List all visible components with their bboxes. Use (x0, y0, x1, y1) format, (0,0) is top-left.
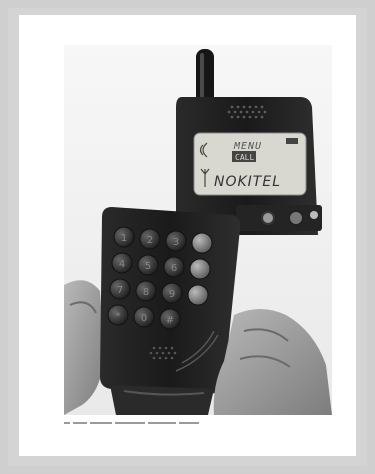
key-3[interactable]: 3 (165, 230, 187, 252)
function-key-top[interactable] (191, 232, 213, 254)
svg-text:3: 3 (173, 237, 179, 248)
key-1[interactable]: 1 (113, 226, 135, 248)
svg-text:0: 0 (141, 313, 147, 324)
key-9[interactable]: 9 (161, 282, 183, 304)
svg-text:5: 5 (145, 261, 151, 272)
key-hash[interactable]: # (159, 308, 181, 330)
hinge (236, 205, 322, 231)
key-8[interactable]: 8 (135, 280, 157, 302)
svg-text:#: # (166, 315, 174, 326)
battery-icon (286, 138, 298, 144)
svg-text:2: 2 (147, 235, 153, 246)
function-key-middle[interactable] (189, 258, 211, 280)
screen-line-menu: MENU (233, 141, 262, 152)
svg-text:4: 4 (119, 259, 125, 270)
bottom-fingers (110, 385, 214, 415)
key-5[interactable]: 5 (137, 254, 159, 276)
key-0[interactable]: 0 (133, 306, 155, 328)
function-key-bottom[interactable] (187, 284, 209, 306)
key-star[interactable]: * (107, 304, 129, 326)
svg-text:9: 9 (169, 289, 175, 300)
svg-text:1: 1 (121, 233, 127, 244)
key-4[interactable]: 4 (111, 252, 133, 274)
lcd-screen: MENU CALL NOKITEL (193, 132, 307, 196)
screen-brand: NOKITEL (214, 174, 281, 190)
svg-text:8: 8 (143, 287, 149, 298)
screen-line-call: CALL (235, 153, 254, 162)
svg-text:*: * (116, 311, 121, 322)
key-6[interactable]: 6 (163, 256, 185, 278)
phone-photo: MENU CALL NOKITEL 1 2 3 4 5 6 7 8 9 * 0 … (64, 45, 332, 415)
key-7[interactable]: 7 (109, 278, 131, 300)
svg-text:7: 7 (117, 285, 123, 296)
svg-text:6: 6 (171, 263, 177, 274)
key-2[interactable]: 2 (139, 228, 161, 250)
